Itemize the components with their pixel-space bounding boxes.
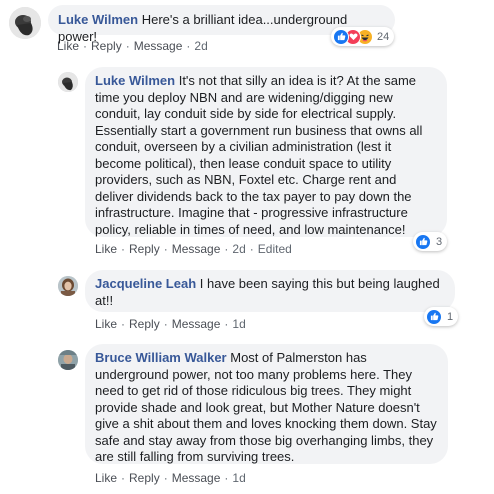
- comment-author[interactable]: Jacqueline Leah: [95, 276, 196, 291]
- avatar[interactable]: [58, 276, 78, 296]
- separator-dot: ·: [125, 39, 130, 53]
- separator-dot: ·: [186, 39, 191, 53]
- comment-author[interactable]: Bruce William Walker: [95, 350, 227, 365]
- message-button[interactable]: Message: [134, 39, 183, 53]
- reaction-count: 3: [436, 235, 443, 248]
- timestamp[interactable]: 2d: [194, 39, 207, 53]
- separator-dot: ·: [249, 242, 254, 256]
- reply-button[interactable]: Reply: [91, 39, 122, 53]
- separator-dot: ·: [224, 242, 229, 256]
- reaction-count: 24: [377, 30, 390, 43]
- comment-author[interactable]: Luke Wilmen: [58, 12, 138, 27]
- separator-dot: ·: [224, 317, 229, 331]
- like-button[interactable]: Like: [57, 39, 79, 53]
- like-button[interactable]: Like: [95, 242, 117, 256]
- message-button[interactable]: Message: [172, 471, 221, 485]
- timestamp[interactable]: 1d: [232, 471, 245, 485]
- message-button[interactable]: Message: [172, 242, 221, 256]
- separator-dot: ·: [121, 242, 126, 256]
- avatar-photo: [58, 72, 78, 92]
- avatar[interactable]: [58, 350, 78, 370]
- avatar-photo: [58, 350, 78, 370]
- separator-dot: ·: [83, 39, 88, 53]
- separator-dot: ·: [121, 317, 126, 331]
- comment-text: Most of Palmerston has underground power…: [95, 350, 437, 464]
- comment-actions: Like · Reply · Message · 2d: [57, 39, 208, 53]
- reaction-summary[interactable]: 1: [424, 307, 459, 326]
- avatar-photo: [58, 276, 78, 296]
- like-button[interactable]: Like: [95, 317, 117, 331]
- separator-dot: ·: [224, 471, 229, 485]
- comment-text: It's not that silly an idea is it? At th…: [95, 73, 423, 237]
- comment-actions: Like · Reply · Message · 1d: [95, 471, 246, 485]
- separator-dot: ·: [163, 242, 168, 256]
- reaction-summary[interactable]: 24: [331, 27, 395, 46]
- edited-label[interactable]: Edited: [258, 242, 292, 256]
- reply-button[interactable]: Reply: [129, 242, 160, 256]
- avatar[interactable]: [58, 72, 78, 92]
- comment-actions: Like · Reply · Message · 2d · Edited: [95, 242, 292, 256]
- separator-dot: ·: [121, 471, 126, 485]
- comment-actions: Like · Reply · Message · 1d: [95, 317, 246, 331]
- reaction-summary[interactable]: 3: [413, 232, 448, 251]
- message-button[interactable]: Message: [172, 317, 221, 331]
- reply-button[interactable]: Reply: [129, 317, 160, 331]
- reaction-count: 1: [447, 310, 454, 323]
- comment-author[interactable]: Luke Wilmen: [95, 73, 175, 88]
- reply-button[interactable]: Reply: [129, 471, 160, 485]
- avatar[interactable]: [9, 7, 41, 39]
- avatar-photo: [9, 7, 41, 39]
- like-button[interactable]: Like: [95, 471, 117, 485]
- timestamp[interactable]: 2d: [232, 242, 245, 256]
- like-icon: [426, 308, 442, 325]
- like-icon: [333, 28, 349, 45]
- separator-dot: ·: [163, 317, 168, 331]
- comment-bubble: Bruce William Walker Most of Palmerston …: [85, 344, 448, 464]
- like-icon: [415, 233, 431, 250]
- timestamp[interactable]: 1d: [232, 317, 245, 331]
- comment-bubble: Luke Wilmen It's not that silly an idea …: [85, 67, 447, 237]
- separator-dot: ·: [163, 471, 168, 485]
- comment-bubble: Jacqueline Leah I have been saying this …: [85, 270, 455, 312]
